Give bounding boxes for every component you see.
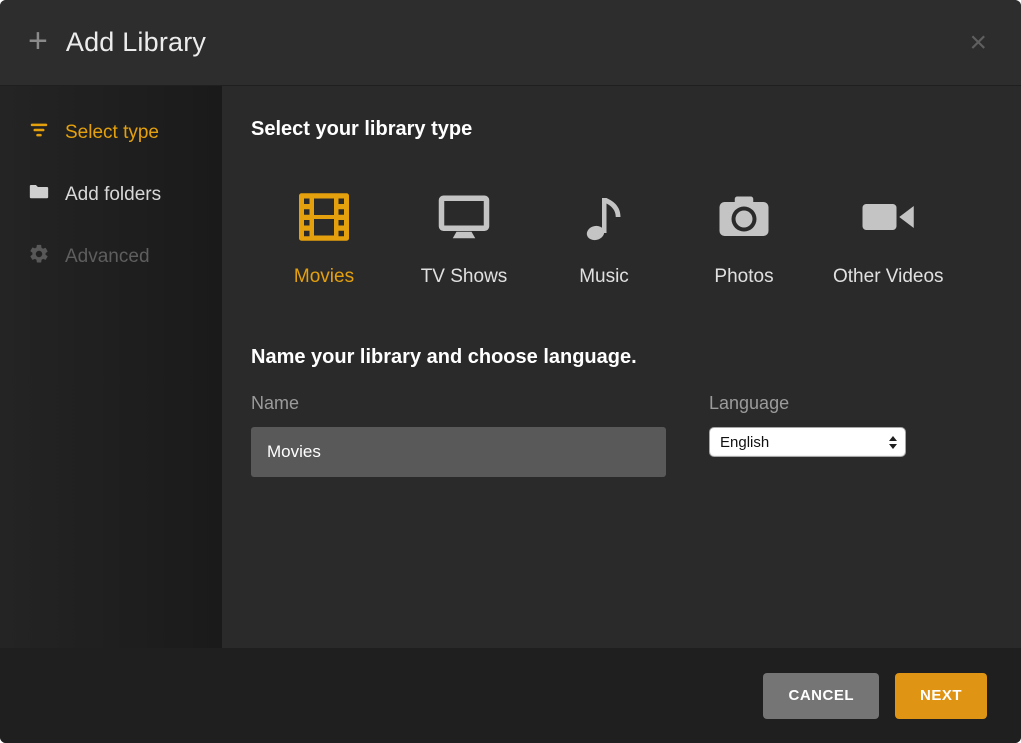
- name-language-fields: Name Language English: [251, 393, 991, 477]
- sidebar-item-label: Select type: [65, 122, 159, 144]
- sidebar-item-advanced[interactable]: Advanced: [0, 226, 222, 288]
- library-type-music[interactable]: Music: [553, 187, 655, 288]
- library-type-movies[interactable]: Movies: [273, 187, 375, 288]
- language-label: Language: [709, 393, 906, 414]
- list-lines-icon: [28, 119, 50, 147]
- dialog-footer: CANCEL NEXT: [0, 648, 1021, 743]
- library-type-label: Music: [579, 266, 629, 288]
- gear-icon: [28, 243, 50, 271]
- name-label: Name: [251, 393, 666, 414]
- library-type-label: Other Videos: [833, 266, 944, 288]
- cancel-button[interactable]: CANCEL: [763, 673, 879, 719]
- main-content: Select your library type: [222, 86, 1021, 648]
- library-type-label: TV Shows: [421, 266, 508, 288]
- sidebar-item-select-type[interactable]: Select type: [0, 102, 222, 164]
- library-type-other-videos[interactable]: Other Videos: [833, 187, 944, 288]
- tv-icon: [431, 187, 497, 252]
- music-note-icon: [571, 187, 637, 252]
- close-icon[interactable]: ×: [965, 26, 991, 60]
- library-type-section-title: Select your library type: [251, 118, 991, 141]
- folder-icon: [28, 181, 50, 209]
- plus-icon: +: [28, 24, 48, 58]
- film-strip-icon: [291, 187, 357, 252]
- sidebar-item-add-folders[interactable]: Add folders: [0, 164, 222, 226]
- next-button[interactable]: NEXT: [895, 673, 987, 719]
- name-section-title: Name your library and choose language.: [251, 346, 991, 369]
- sidebar: Select type Add folders Advanced: [0, 86, 222, 648]
- library-type-label: Movies: [294, 266, 354, 288]
- sidebar-item-label: Add folders: [65, 184, 161, 206]
- dialog-header: + Add Library ×: [0, 0, 1021, 86]
- sidebar-item-label: Advanced: [65, 246, 150, 268]
- library-type-photos[interactable]: Photos: [693, 187, 795, 288]
- library-type-tv-shows[interactable]: TV Shows: [413, 187, 515, 288]
- language-select[interactable]: English: [709, 427, 906, 457]
- video-camera-icon: [855, 187, 921, 252]
- camera-icon: [711, 187, 777, 252]
- dialog-body: Select type Add folders Advanced: [0, 86, 1021, 648]
- language-select-value: English: [720, 434, 889, 451]
- library-name-input[interactable]: [251, 427, 666, 477]
- add-library-dialog: + Add Library × Select type: [0, 0, 1021, 743]
- language-field-group: Language English: [709, 393, 906, 477]
- select-spinner-icon: [889, 436, 897, 449]
- library-type-options: Movies TV Shows: [251, 187, 991, 288]
- library-type-label: Photos: [714, 266, 773, 288]
- dialog-title: Add Library: [66, 27, 966, 58]
- name-field-group: Name: [251, 393, 666, 477]
